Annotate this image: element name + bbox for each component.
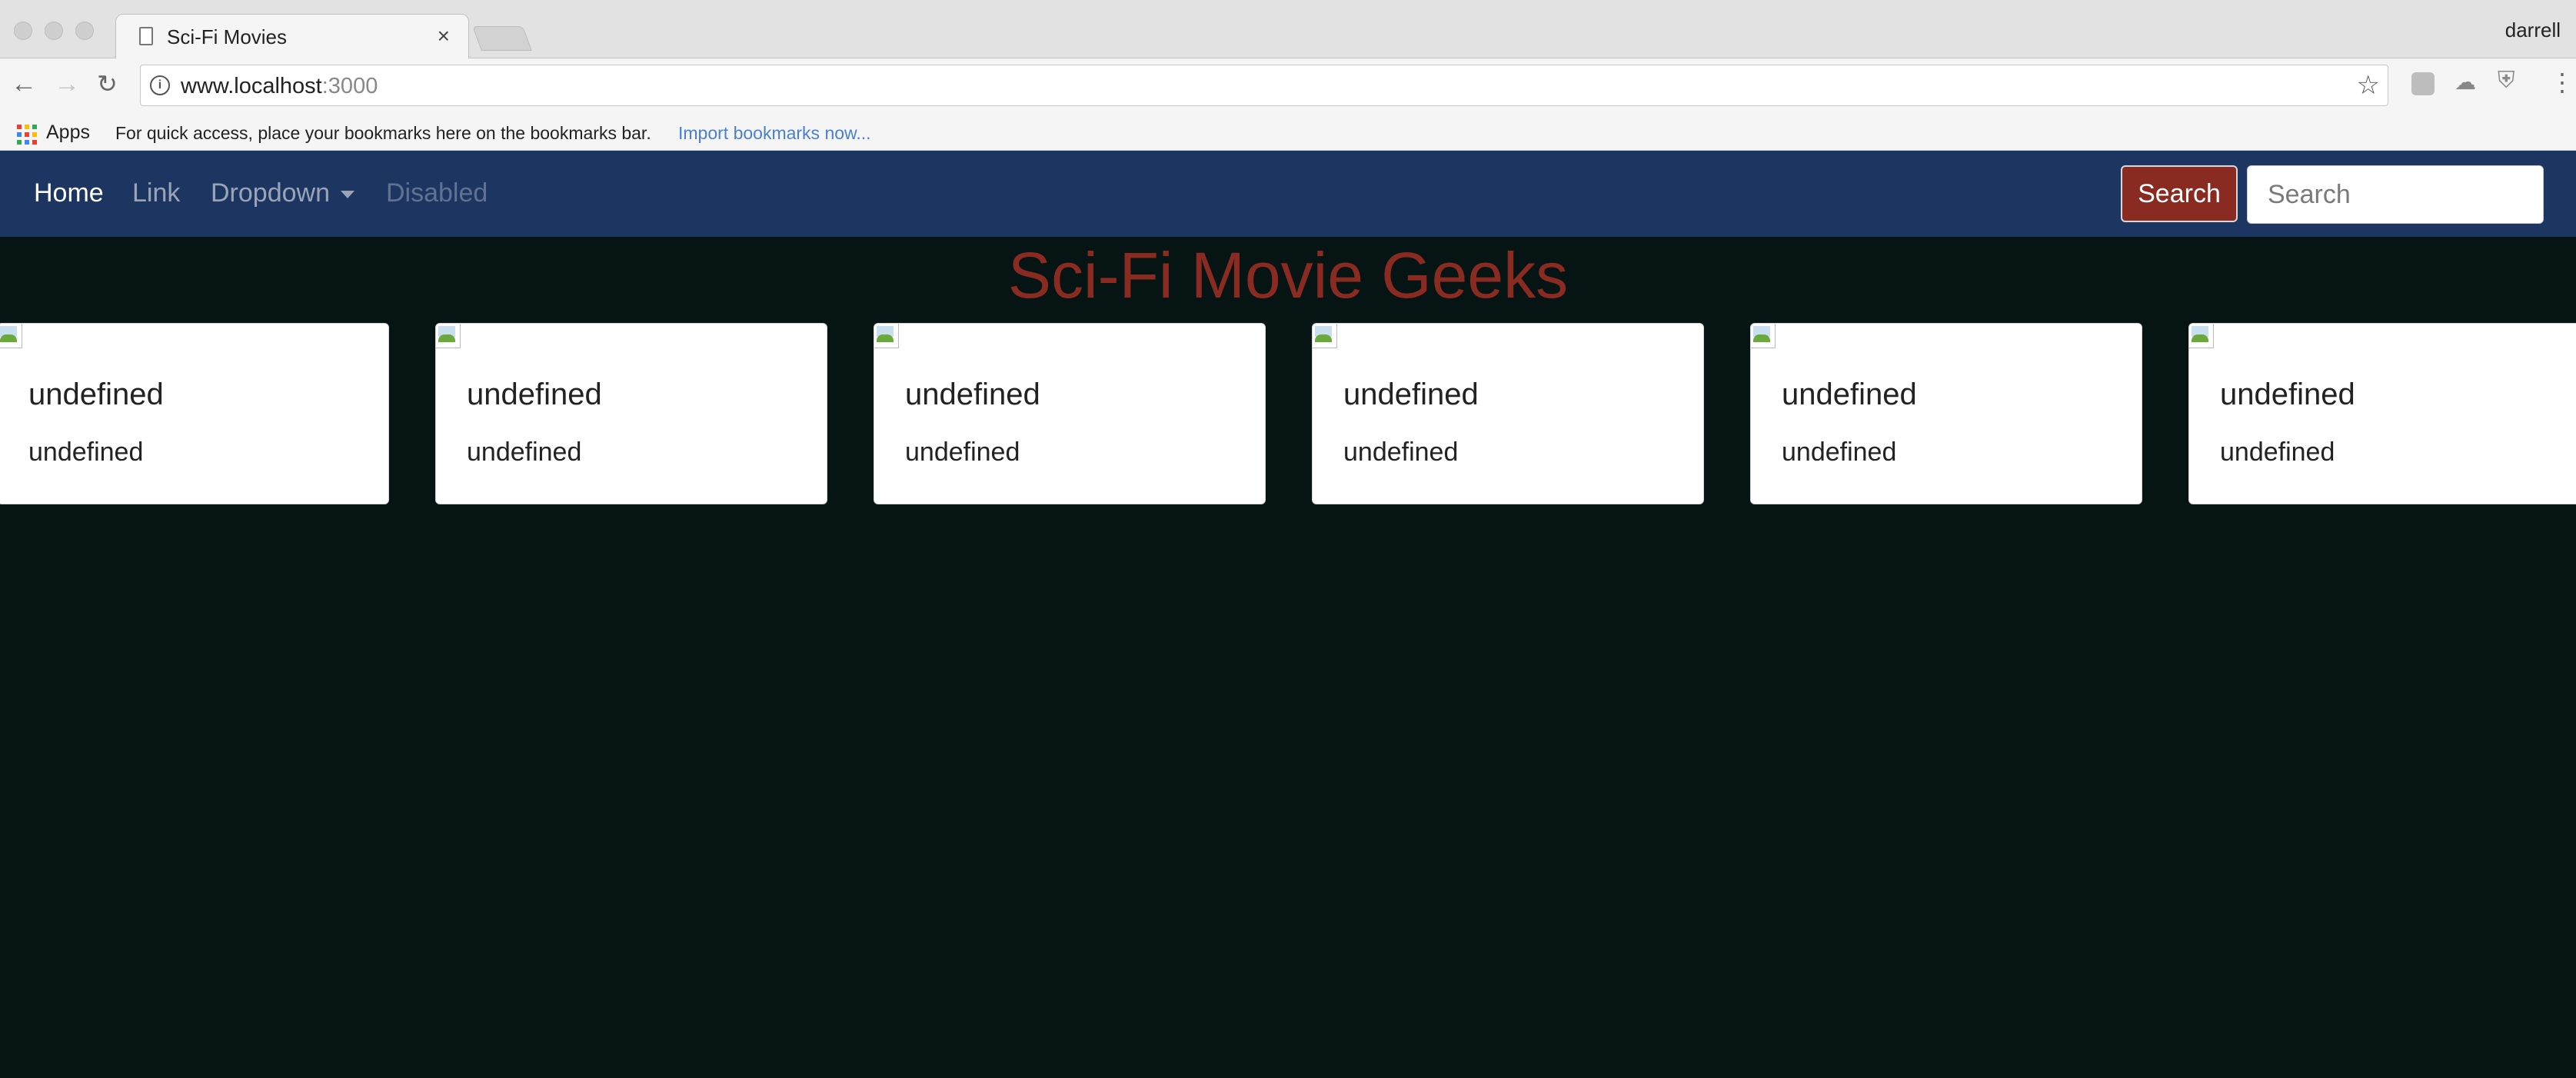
movie-card[interactable]: undefined undefined bbox=[874, 323, 1266, 504]
card-text: undefined bbox=[467, 438, 582, 467]
reload-icon[interactable]: ↻ bbox=[97, 69, 118, 98]
info-icon[interactable]: i bbox=[150, 75, 170, 95]
apps-grid-icon[interactable] bbox=[17, 125, 38, 146]
extension-icon[interactable] bbox=[2411, 72, 2435, 95]
address-bar[interactable]: i www.localhost:3000 ☆ bbox=[140, 65, 2388, 106]
movie-card[interactable]: undefined undefined bbox=[435, 323, 827, 504]
bookmarks-hint: For quick access, place your bookmarks h… bbox=[115, 123, 651, 143]
search-button[interactable]: Search bbox=[2121, 165, 2238, 222]
apps-bookmark[interactable]: Apps bbox=[46, 121, 90, 144]
card-title: undefined bbox=[467, 378, 602, 411]
card-text: undefined bbox=[905, 438, 1020, 467]
page-icon bbox=[139, 27, 153, 45]
movie-card[interactable]: undefined undefined bbox=[0, 323, 389, 504]
browser-toolbar: ← → ↻ i www.localhost:3000 ☆ ☁ ⛨ ⋮ bbox=[0, 58, 2576, 114]
broken-image-icon bbox=[436, 324, 461, 348]
back-arrow-icon[interactable]: ← bbox=[11, 69, 37, 99]
browser-tab-bar: Sci-Fi Movies × darrell bbox=[0, 0, 2576, 58]
cloud-extension-icon[interactable]: ☁ bbox=[2455, 69, 2478, 94]
window-close-button[interactable] bbox=[14, 22, 32, 40]
broken-image-icon bbox=[874, 324, 899, 348]
search-input[interactable] bbox=[2247, 165, 2544, 224]
nav-link[interactable]: Link bbox=[132, 178, 180, 208]
profile-name[interactable]: darrell bbox=[2505, 18, 2561, 42]
movie-card[interactable]: undefined undefined bbox=[1312, 323, 1704, 504]
movie-card[interactable]: undefined undefined bbox=[2188, 323, 2576, 504]
nav-home[interactable]: Home bbox=[34, 178, 104, 208]
bookmark-star-icon[interactable]: ☆ bbox=[2357, 70, 2380, 101]
card-title: undefined bbox=[2220, 378, 2355, 411]
shield-extension-icon[interactable]: ⛨ bbox=[2498, 68, 2521, 93]
broken-image-icon bbox=[0, 324, 22, 348]
broken-image-icon bbox=[2189, 324, 2214, 348]
card-title: undefined bbox=[28, 378, 164, 411]
menu-kebab-icon[interactable]: ⋮ bbox=[2550, 68, 2574, 97]
card-text: undefined bbox=[2220, 438, 2335, 467]
movie-card[interactable]: undefined undefined bbox=[1750, 323, 2142, 504]
tab-title: Sci-Fi Movies bbox=[167, 25, 288, 48]
site-navbar: Home Link Dropdown Disabled Search bbox=[0, 151, 2576, 237]
browser-tab[interactable]: Sci-Fi Movies × bbox=[115, 14, 469, 58]
forward-arrow-icon[interactable]: → bbox=[54, 69, 80, 99]
chevron-down-icon bbox=[340, 191, 354, 199]
page-title: Sci-Fi Movie Geeks bbox=[1007, 239, 1569, 311]
card-text: undefined bbox=[1343, 438, 1459, 467]
card-text: undefined bbox=[1782, 438, 1897, 467]
window-maximize-button[interactable] bbox=[75, 22, 94, 40]
new-tab-button[interactable] bbox=[472, 26, 532, 51]
nav-disabled: Disabled bbox=[386, 178, 488, 208]
card-title: undefined bbox=[905, 378, 1040, 411]
card-text: undefined bbox=[28, 438, 144, 467]
window-minimize-button[interactable] bbox=[45, 22, 63, 40]
card-title: undefined bbox=[1782, 378, 1917, 411]
tab-close-icon[interactable]: × bbox=[438, 24, 450, 48]
card-title: undefined bbox=[1343, 378, 1479, 411]
bookmarks-bar: Apps For quick access, place your bookma… bbox=[0, 114, 2576, 151]
broken-image-icon bbox=[1751, 324, 1776, 348]
broken-image-icon bbox=[1313, 324, 1337, 348]
url-text[interactable]: www.localhost:3000 bbox=[181, 74, 378, 99]
nav-dropdown[interactable]: Dropdown bbox=[211, 178, 354, 208]
import-bookmarks-link[interactable]: Import bookmarks now... bbox=[678, 123, 871, 144]
